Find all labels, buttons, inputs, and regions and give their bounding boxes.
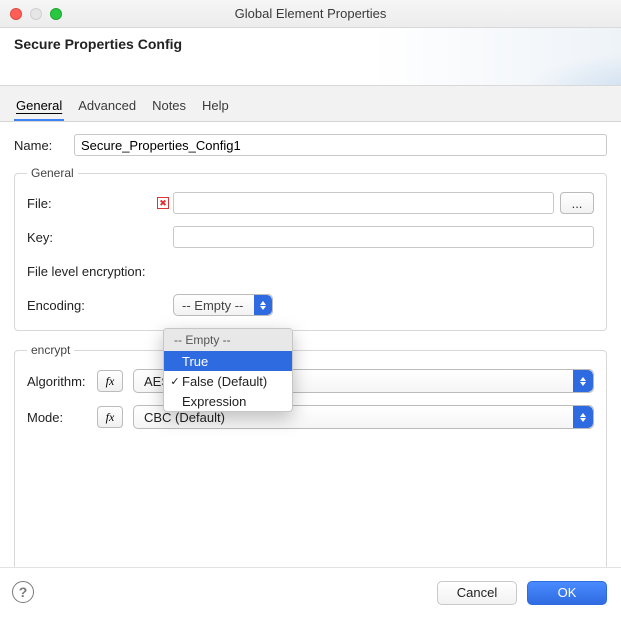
file-level-encryption-dropdown: -- Empty -- True ✓ False (Default) Expre… [163,328,293,412]
general-legend: General [27,166,78,180]
dropdown-item-expression[interactable]: Expression [164,391,292,411]
decorative-curve [501,45,621,85]
encoding-select-value: -- Empty -- [182,298,243,313]
dialog-footer: ? Cancel OK [0,567,621,617]
tabstrip: General Advanced Notes Help [0,86,621,122]
help-icon[interactable]: ? [12,581,34,603]
chevrons-icon [254,295,272,315]
tab-notes[interactable]: Notes [150,94,188,121]
tab-general[interactable]: General [14,94,64,121]
titlebar: Global Element Properties [0,0,621,28]
maximize-icon[interactable] [50,8,62,20]
chevrons-icon [573,406,593,428]
dropdown-item-true[interactable]: True [164,351,292,371]
file-label: File: [27,196,157,211]
encoding-select[interactable]: -- Empty -- [173,294,273,316]
close-icon[interactable] [10,8,22,20]
cancel-button[interactable]: Cancel [437,581,517,605]
name-field[interactable] [74,134,607,156]
key-label: Key: [27,230,157,245]
key-field[interactable] [173,226,594,248]
encoding-label: Encoding: [27,298,157,313]
encrypt-legend: encrypt [27,343,74,357]
ok-button[interactable]: OK [527,581,607,605]
check-icon: ✓ [168,375,182,388]
window-controls [10,8,62,20]
dropdown-header: -- Empty -- [164,329,292,351]
general-fieldset: General File: ✖ ... Key: File level encr… [14,166,607,331]
encrypt-fieldset: encrypt Algorithm: fx AES (Default) Mode… [14,343,607,573]
chevrons-icon [573,370,593,392]
window-title: Global Element Properties [235,6,387,21]
dropdown-item-label: False (Default) [182,374,267,389]
dropdown-item-label: True [182,354,208,369]
error-icon: ✖ [157,197,169,209]
fx-button-algorithm[interactable]: fx [97,370,123,392]
mode-label: Mode: [27,410,97,425]
fx-button-mode[interactable]: fx [97,406,123,428]
browse-button[interactable]: ... [560,192,594,214]
name-label: Name: [14,138,74,153]
algorithm-label: Algorithm: [27,374,97,389]
tab-help[interactable]: Help [200,94,231,121]
minimize-icon [30,8,42,20]
dropdown-item-false[interactable]: ✓ False (Default) [164,371,292,391]
file-field[interactable] [173,192,554,214]
file-level-encryption-label: File level encryption: [27,264,173,279]
dialog-header: Secure Properties Config [0,28,621,86]
dropdown-item-label: Expression [182,394,246,409]
tab-advanced[interactable]: Advanced [76,94,138,121]
